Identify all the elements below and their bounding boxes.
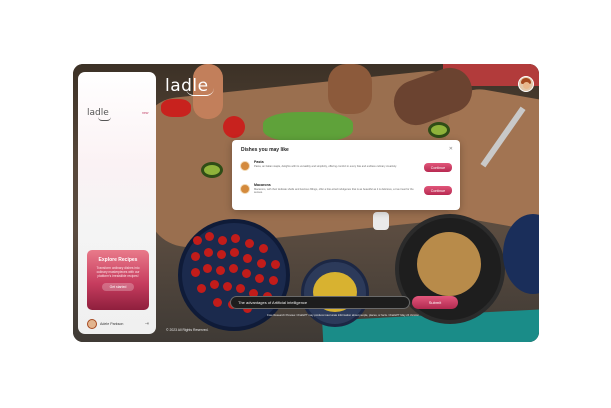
tomato xyxy=(191,268,200,277)
prompt-input[interactable]: The advantages of Artificial intelligenc… xyxy=(230,296,410,309)
brand-swoosh xyxy=(186,88,214,96)
dialog-title: Dishes you may like xyxy=(241,147,289,153)
tomato xyxy=(245,239,254,248)
logout-icon[interactable]: ⇥ xyxy=(145,321,149,327)
tomato xyxy=(193,236,202,245)
tomato xyxy=(205,232,214,241)
tomato xyxy=(218,236,227,245)
tomato xyxy=(271,260,280,269)
dish-name: Macarons xyxy=(254,183,271,187)
grains xyxy=(417,232,481,296)
dish-description: Macarons, with their delicate shells and… xyxy=(254,188,414,195)
promo-title: Explore Recipes xyxy=(98,257,138,263)
tomato xyxy=(230,248,239,257)
submit-button[interactable]: Submit xyxy=(412,296,458,309)
copyright-text: © 2023 All Rights Reserved. xyxy=(166,328,209,332)
tomato xyxy=(191,252,200,261)
dish-item: Macarons Macarons, with their delicate s… xyxy=(240,183,452,203)
tomato xyxy=(229,264,238,273)
dish-thumbnail xyxy=(240,184,250,194)
tomato xyxy=(242,269,251,278)
app-window: ladle ladle new Explore Recipes Transfor… xyxy=(73,64,539,342)
get-started-button[interactable]: Get started xyxy=(102,283,134,291)
explore-recipes-card: Explore Recipes Transform ordinary dishe… xyxy=(87,250,149,310)
sidebar: ladle new Explore Recipes Transform ordi… xyxy=(78,72,156,334)
sidebar-logo-swoosh xyxy=(98,117,111,121)
profile-avatar[interactable] xyxy=(518,76,534,92)
new-chat-link[interactable]: new xyxy=(142,111,148,115)
tomato xyxy=(210,280,219,289)
hand xyxy=(328,64,372,114)
tomato xyxy=(243,254,252,263)
dish-description: Pasta, an Italian staple, delights with … xyxy=(254,165,397,168)
avocado xyxy=(428,122,450,138)
tomato xyxy=(231,234,240,243)
dish-item: Pasta Pasta, an Italian staple, delights… xyxy=(240,160,452,180)
tomato xyxy=(217,250,226,259)
tomato xyxy=(203,264,212,273)
tomato xyxy=(216,266,225,275)
lettuce xyxy=(263,112,353,142)
tomato xyxy=(257,259,266,268)
tomato xyxy=(204,248,213,257)
dishes-dialog: Dishes you may like ✕ Pasta Pasta, an It… xyxy=(232,140,460,210)
tomato xyxy=(197,284,206,293)
user-avatar xyxy=(87,319,97,329)
disclaimer-text: Free Research Preview. ChatGPT may produ… xyxy=(267,314,419,317)
avocado xyxy=(201,162,223,178)
promo-text: Transform ordinary dishes into culinary … xyxy=(96,266,140,278)
tomato xyxy=(269,276,278,285)
jar xyxy=(373,212,389,230)
continue-button[interactable]: Continue xyxy=(424,163,452,172)
tomato xyxy=(213,298,222,307)
user-profile[interactable]: Adele Parkson ⇥ xyxy=(87,318,149,330)
close-icon[interactable]: ✕ xyxy=(449,146,453,152)
tomato xyxy=(259,244,268,253)
dish-name: Pasta xyxy=(254,160,264,164)
red-pepper xyxy=(161,99,191,117)
avatar-face xyxy=(523,82,530,89)
continue-button[interactable]: Continue xyxy=(424,186,452,195)
red-pepper xyxy=(223,116,245,138)
user-name: Adele Parkson xyxy=(100,322,124,326)
dish-thumbnail xyxy=(240,161,250,171)
tomato xyxy=(236,284,245,293)
tomato xyxy=(223,282,232,291)
tomato xyxy=(255,274,264,283)
